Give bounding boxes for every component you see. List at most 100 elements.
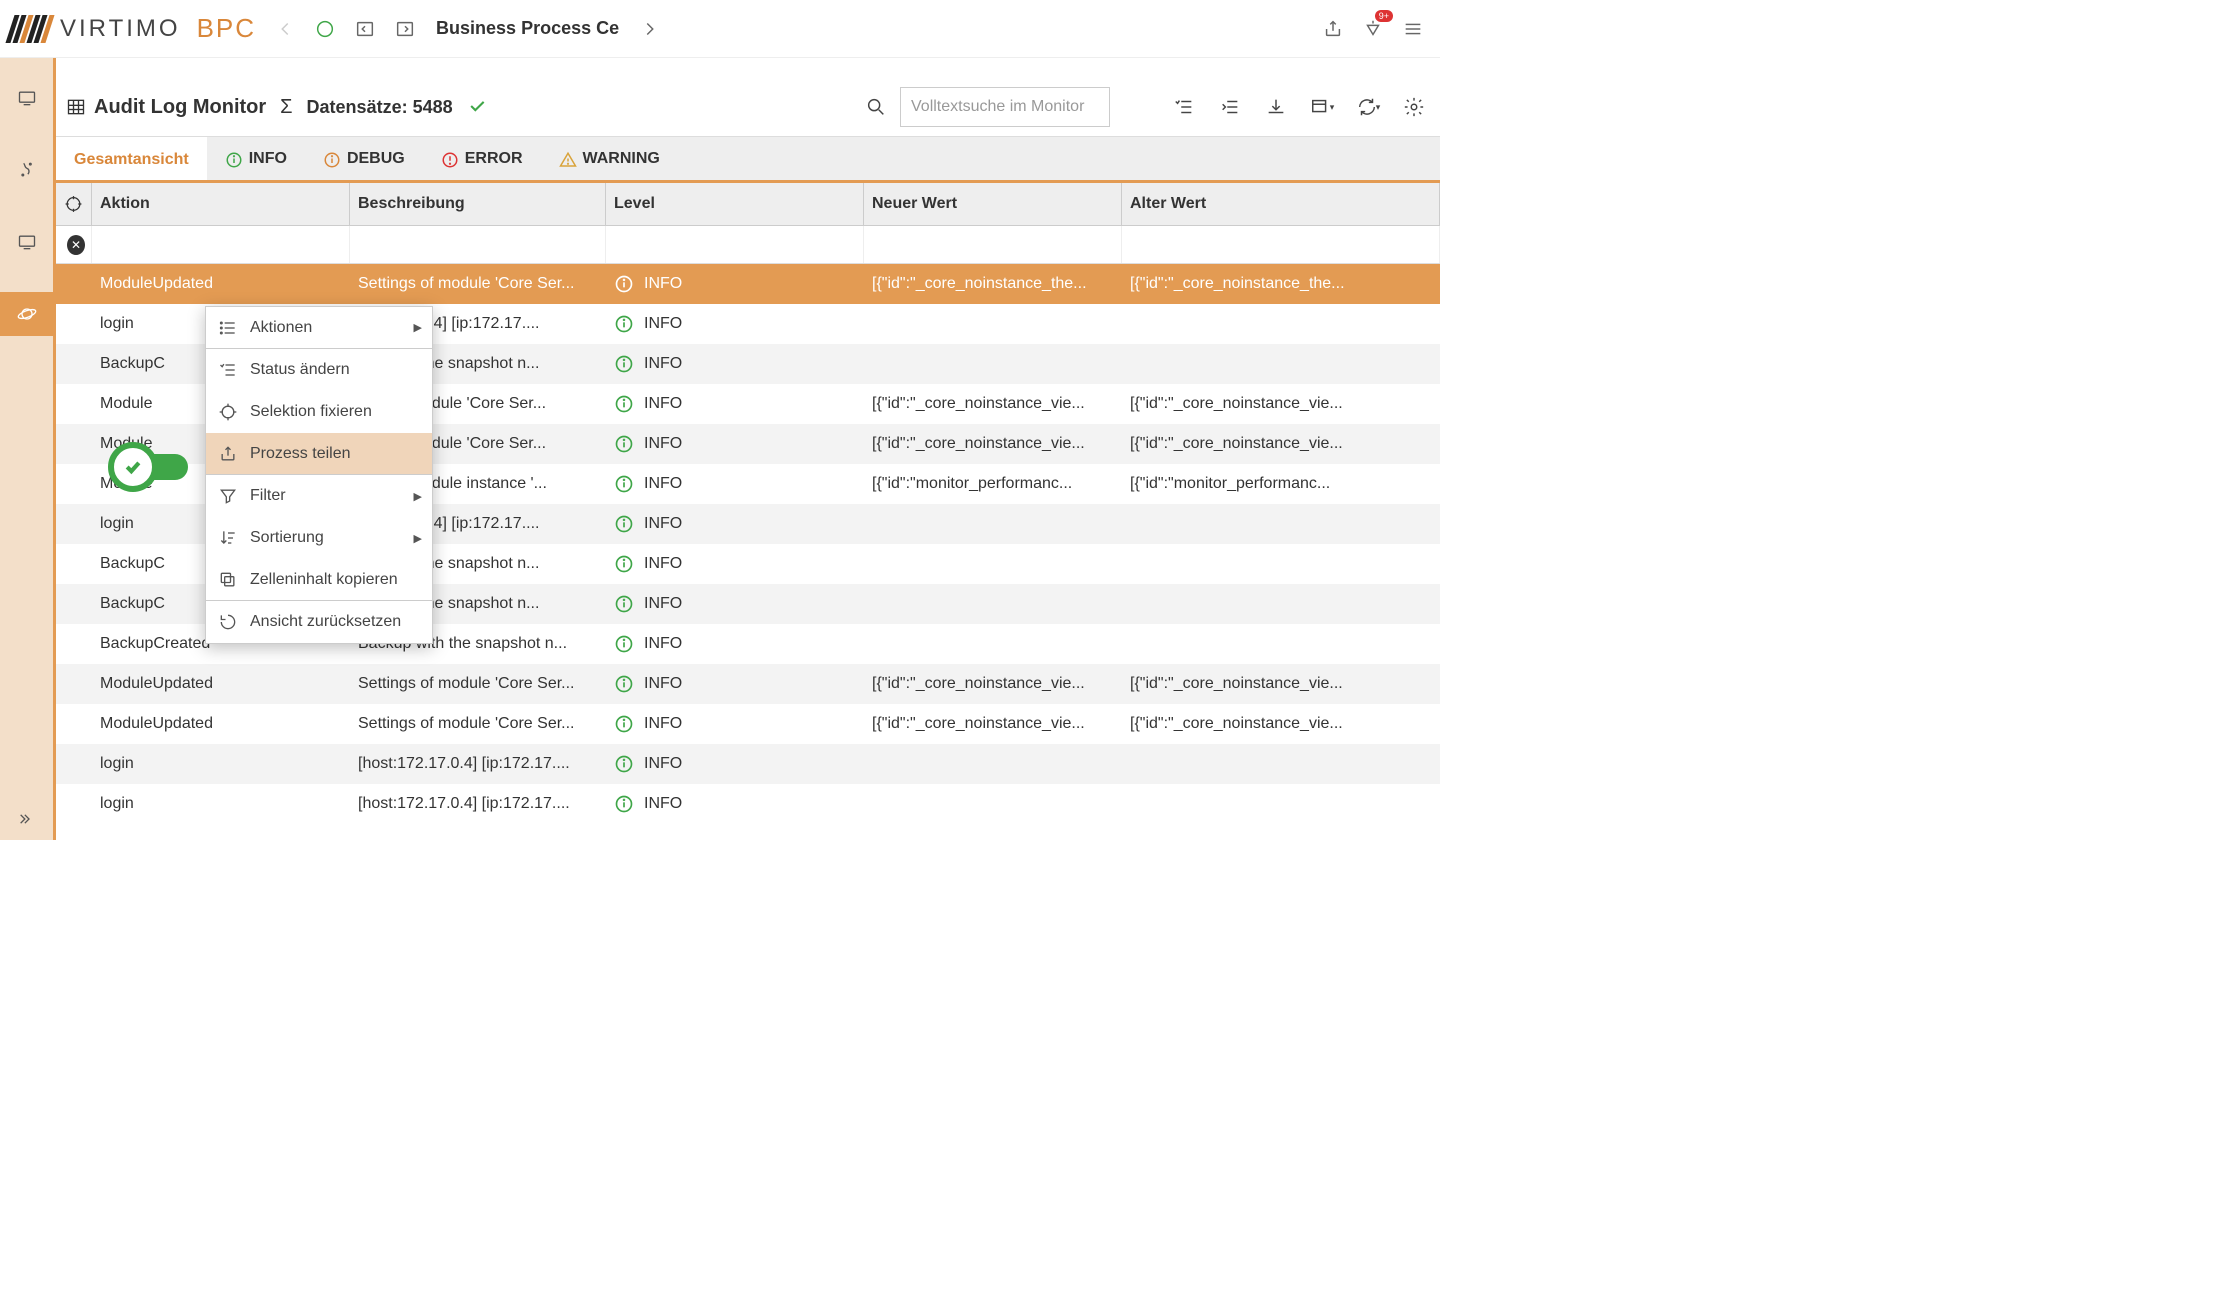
info-level-icon <box>614 314 634 334</box>
info-level-icon <box>614 794 634 814</box>
sidebar-item-activity[interactable] <box>0 148 53 192</box>
cell-level: INFO <box>606 714 864 734</box>
cell-aktion: login <box>92 755 350 773</box>
filter-alter[interactable] <box>1122 226 1440 263</box>
error-icon <box>441 150 459 168</box>
search-icon[interactable] <box>860 91 892 123</box>
notifications-icon[interactable] <box>1356 12 1390 46</box>
breadcrumb-next-icon[interactable] <box>633 12 667 46</box>
info-level-icon <box>614 634 634 654</box>
cell-beschreibung: [host:172.17.0.4] [ip:172.17.... <box>350 755 606 773</box>
status-circle-icon[interactable] <box>308 12 342 46</box>
hamburger-menu-icon[interactable] <box>1396 12 1430 46</box>
cell-neuer-wert: [{"id":"_core_noinstance_vie... <box>864 395 1122 413</box>
col-header-beschreibung[interactable]: Beschreibung <box>350 183 606 225</box>
list-check-icon[interactable] <box>1168 91 1200 123</box>
ctx-prozess-teilen[interactable]: Prozess teilen <box>206 433 432 475</box>
filter-row: ✕ <box>56 226 1440 264</box>
col-header-neuer-wert[interactable]: Neuer Wert <box>864 183 1122 225</box>
ctx-sortierung[interactable]: Sortierung▶ <box>206 517 432 559</box>
filter-neuer[interactable] <box>864 226 1122 263</box>
table-row[interactable]: ModuleUpdated Settings of module 'Core S… <box>56 264 1440 304</box>
breadcrumb[interactable]: Business Process Ce <box>436 18 619 39</box>
info-level-icon <box>614 434 634 454</box>
page-title: Audit Log Monitor <box>66 96 266 119</box>
info-level-icon <box>614 394 634 414</box>
filter-clear-button[interactable]: ✕ <box>56 226 92 263</box>
sidebar-expand-icon[interactable] <box>14 809 34 832</box>
cell-alter-wert: [{"id":"_core_noinstance_vie... <box>1122 675 1440 693</box>
tab-debug[interactable]: DEBUG <box>305 137 423 180</box>
check-circle-icon <box>108 442 158 492</box>
cell-beschreibung: Settings of module 'Core Ser... <box>350 675 606 693</box>
info-level-icon <box>614 354 634 374</box>
top-bar: VIRTIMO BPC Business Process Ce <box>0 0 1440 58</box>
sidebar-item-monitor-1[interactable] <box>0 76 53 120</box>
info-level-icon <box>614 554 634 574</box>
content-header: Audit Log Monitor Σ Datensätze: 5488 ▾ ▾ <box>56 78 1440 136</box>
warning-icon <box>559 150 577 168</box>
ctx-status-aendern[interactable]: Status ändern <box>206 349 432 391</box>
table-row[interactable]: ModuleUpdated Settings of module 'Core S… <box>56 664 1440 704</box>
share-icon[interactable] <box>1316 12 1350 46</box>
debug-icon <box>323 150 341 168</box>
refresh-dropdown-icon[interactable]: ▾ <box>1352 91 1384 123</box>
col-header-aktion[interactable]: Aktion <box>92 183 350 225</box>
nav-back-icon[interactable] <box>268 12 302 46</box>
logo-stripes-icon <box>10 15 50 43</box>
cell-level: INFO <box>606 274 864 294</box>
panel-left-icon[interactable] <box>348 12 382 46</box>
ctx-aktionen[interactable]: Aktionen▶ <box>206 307 432 349</box>
tab-error[interactable]: ERROR <box>423 137 541 180</box>
filter-aktion[interactable] <box>92 226 350 263</box>
cell-aktion: ModuleUpdated <box>92 715 350 733</box>
tab-gesamtansicht[interactable]: Gesamtansicht <box>56 137 207 180</box>
info-level-icon <box>614 714 634 734</box>
col-header-select[interactable] <box>56 183 92 225</box>
info-level-icon <box>614 514 634 534</box>
cell-neuer-wert: [{"id":"_core_noinstance_vie... <box>864 675 1122 693</box>
cell-level: INFO <box>606 474 864 494</box>
cell-alter-wert: [{"id":"monitor_performanc... <box>1122 475 1440 493</box>
sigma-icon: Σ <box>280 96 292 119</box>
indent-icon[interactable] <box>1214 91 1246 123</box>
cell-level: INFO <box>606 594 864 614</box>
search-input[interactable] <box>900 87 1110 127</box>
sidebar-item-monitor-2[interactable] <box>0 220 53 264</box>
table-row[interactable]: login [host:172.17.0.4] [ip:172.17.... I… <box>56 744 1440 784</box>
ctx-ansicht-reset[interactable]: Ansicht zurücksetzen <box>206 601 432 643</box>
gear-icon[interactable] <box>1398 91 1430 123</box>
table-header: Aktion Beschreibung Level Neuer Wert Alt… <box>56 180 1440 226</box>
col-header-alter-wert[interactable]: Alter Wert <box>1122 183 1440 225</box>
cell-level: INFO <box>606 794 864 814</box>
tab-info[interactable]: INFO <box>207 137 305 180</box>
download-icon[interactable] <box>1260 91 1292 123</box>
info-icon <box>225 150 243 168</box>
product-name: BPC <box>197 13 256 44</box>
tab-warning[interactable]: WARNING <box>541 137 678 180</box>
cell-beschreibung: Settings of module 'Core Ser... <box>350 715 606 733</box>
window-dropdown-icon[interactable]: ▾ <box>1306 91 1338 123</box>
cell-neuer-wert: [{"id":"_core_noinstance_vie... <box>864 435 1122 453</box>
cell-aktion: ModuleUpdated <box>92 675 350 693</box>
ctx-zellen-kopieren[interactable]: Zelleninhalt kopieren <box>206 559 432 601</box>
cell-level: INFO <box>606 554 864 574</box>
ctx-selektion-fixieren[interactable]: Selektion fixieren <box>206 391 432 433</box>
filter-beschreibung[interactable] <box>350 226 606 263</box>
clear-icon: ✕ <box>67 235 85 255</box>
cell-level: INFO <box>606 394 864 414</box>
sidebar-item-planet[interactable] <box>0 292 53 336</box>
status-change-icon <box>218 360 238 380</box>
col-header-level[interactable]: Level <box>606 183 864 225</box>
table-row[interactable]: login [host:172.17.0.4] [ip:172.17.... I… <box>56 784 1440 824</box>
panel-right-icon[interactable] <box>388 12 422 46</box>
table-row[interactable]: ModuleUpdated Settings of module 'Core S… <box>56 704 1440 744</box>
cell-neuer-wert: [{"id":"_core_noinstance_vie... <box>864 715 1122 733</box>
cell-level: INFO <box>606 674 864 694</box>
cell-level: INFO <box>606 754 864 774</box>
info-level-icon <box>614 754 634 774</box>
sort-icon <box>218 528 238 548</box>
filter-level[interactable] <box>606 226 864 263</box>
ctx-filter[interactable]: Filter▶ <box>206 475 432 517</box>
cell-neuer-wert: [{"id":"_core_noinstance_the... <box>864 275 1122 293</box>
